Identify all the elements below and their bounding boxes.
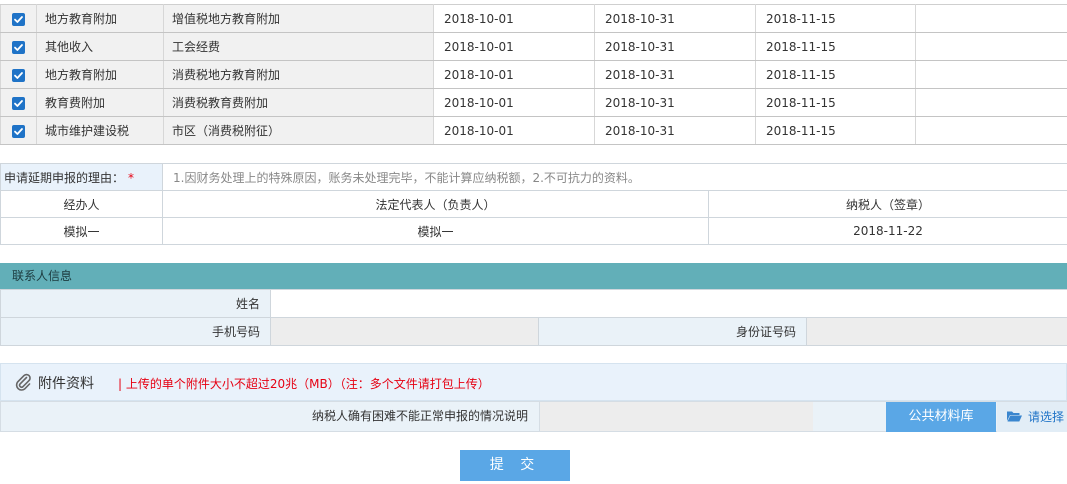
row-extra-cell — [915, 32, 1067, 61]
row-item: 工会经费 — [163, 32, 434, 61]
choose-file-button[interactable]: 请选择 — [997, 402, 1067, 432]
handler-value: 模拟一 — [0, 217, 163, 245]
row-period-start: 2018-10-01 — [433, 4, 595, 33]
required-mark: * — [128, 170, 135, 185]
row-period-start: 2018-10-01 — [433, 116, 595, 145]
row-extra-cell — [915, 4, 1067, 33]
tax-row: 地方教育附加 增值税地方教育附加 2018-10-01 2018-10-31 2018-… — [0, 4, 1067, 33]
public-library-button[interactable]: 公共材料库 — [886, 402, 996, 432]
header-taxpayer-seal: 纳税人（签章） — [708, 190, 1067, 218]
row-period-end: 2018-10-31 — [594, 4, 756, 33]
row-checkbox[interactable] — [12, 124, 25, 138]
reason-textbox[interactable]: 1.因财务处理上的特殊原因，账务未处理完毕，不能计算应纳税额，2.不可抗力的资料… — [162, 163, 1067, 191]
row-checkbox-cell — [0, 32, 37, 61]
attachment-file-field[interactable] — [539, 402, 813, 431]
phone-label: 手机号码 — [0, 317, 271, 346]
row-tax-type: 地方教育附加 — [36, 4, 164, 33]
row-tax-type: 其他收入 — [36, 32, 164, 61]
contact-table: 姓名 手机号码 身份证号码 — [0, 289, 1067, 346]
row-item: 消费税地方教育附加 — [163, 60, 434, 89]
attachment-row-label: 纳税人确有困难不能正常申报的情况说明 — [311, 409, 528, 423]
row-tax-type: 城市维护建设税 — [36, 116, 164, 145]
attachments-header: 附件资料 | 上传的单个附件大小不超过20兆（MB）（注：多个文件请打包上传） — [0, 363, 1067, 401]
id-number-label: 身份证号码 — [538, 317, 807, 346]
row-deadline: 2018-11-15 — [755, 116, 916, 145]
row-deadline: 2018-11-15 — [755, 88, 916, 117]
folder-open-icon — [1007, 403, 1022, 433]
attachment-row: 纳税人确有困难不能正常申报的情况说明 公共材料库 请选择 — [0, 401, 1067, 432]
name-input[interactable] — [269, 289, 1067, 318]
header-legal-rep: 法定代表人（负责人） — [162, 190, 709, 218]
seal-date-value: 2018-11-22 — [708, 217, 1067, 245]
row-checkbox-cell — [0, 116, 37, 145]
row-checkbox[interactable] — [12, 40, 25, 54]
row-period-end: 2018-10-31 — [594, 60, 756, 89]
row-tax-type: 教育费附加 — [36, 88, 164, 117]
row-period-start: 2018-10-01 — [433, 60, 595, 89]
row-extra-cell — [915, 60, 1067, 89]
row-checkbox-cell — [0, 4, 37, 33]
row-checkbox[interactable] — [12, 12, 25, 26]
name-label: 姓名 — [0, 289, 271, 318]
reason-label: 申请延期申报的理由： * — [0, 163, 163, 191]
row-extra-cell — [915, 116, 1067, 145]
header-handler: 经办人 — [0, 190, 163, 218]
legal-rep-value: 模拟一 — [162, 217, 709, 245]
tax-row: 其他收入 工会经费 2018-10-01 2018-10-31 2018-11-15 — [0, 32, 1067, 61]
row-period-end: 2018-10-31 — [594, 32, 756, 61]
row-item: 增值税地方教育附加 — [163, 4, 434, 33]
row-checkbox-cell — [0, 60, 37, 89]
contact-section-header: 联系人信息 — [0, 263, 1067, 289]
row-checkbox[interactable] — [12, 68, 25, 82]
row-deadline: 2018-11-15 — [755, 4, 916, 33]
tax-row: 地方教育附加 消费税地方教育附加 2018-10-01 2018-10-31 2018-… — [0, 60, 1067, 89]
tax-rows-table: 地方教育附加 增值税地方教育附加 2018-10-01 2018-10-31 2018-… — [0, 4, 1067, 145]
row-deadline: 2018-11-15 — [755, 60, 916, 89]
row-checkbox[interactable] — [12, 96, 25, 110]
row-period-start: 2018-10-01 — [433, 32, 595, 61]
tax-row: 城市维护建设税 市区（消费税附征） 2018-10-01 2018-10-31 2018… — [0, 116, 1067, 145]
row-item: 市区（消费税附征） — [163, 116, 434, 145]
row-checkbox-cell — [0, 88, 37, 117]
tax-row: 教育费附加 消费税教育费附加 2018-10-01 2018-10-31 2018-11… — [0, 88, 1067, 117]
row-period-end: 2018-10-31 — [594, 88, 756, 117]
attachments-title: 附件资料 — [38, 376, 94, 392]
choose-file-label: 请选择 — [1028, 410, 1065, 424]
submit-button[interactable]: 提 交 — [460, 450, 570, 481]
phone-input[interactable] — [270, 317, 539, 346]
row-item: 消费税教育费附加 — [163, 88, 434, 117]
attachments-size-note: | 上传的单个附件大小不超过20兆（MB）（注：多个文件请打包上传） — [118, 377, 490, 391]
paperclip-icon — [13, 372, 33, 392]
row-tax-type: 地方教育附加 — [36, 60, 164, 89]
id-number-input[interactable] — [805, 317, 1067, 346]
signers-table: 申请延期申报的理由： * 1.因财务处理上的特殊原因，账务未处理完毕，不能计算应纳… — [0, 163, 1067, 245]
row-period-end: 2018-10-31 — [594, 116, 756, 145]
row-period-start: 2018-10-01 — [433, 88, 595, 117]
row-extra-cell — [915, 88, 1067, 117]
row-deadline: 2018-11-15 — [755, 32, 916, 61]
